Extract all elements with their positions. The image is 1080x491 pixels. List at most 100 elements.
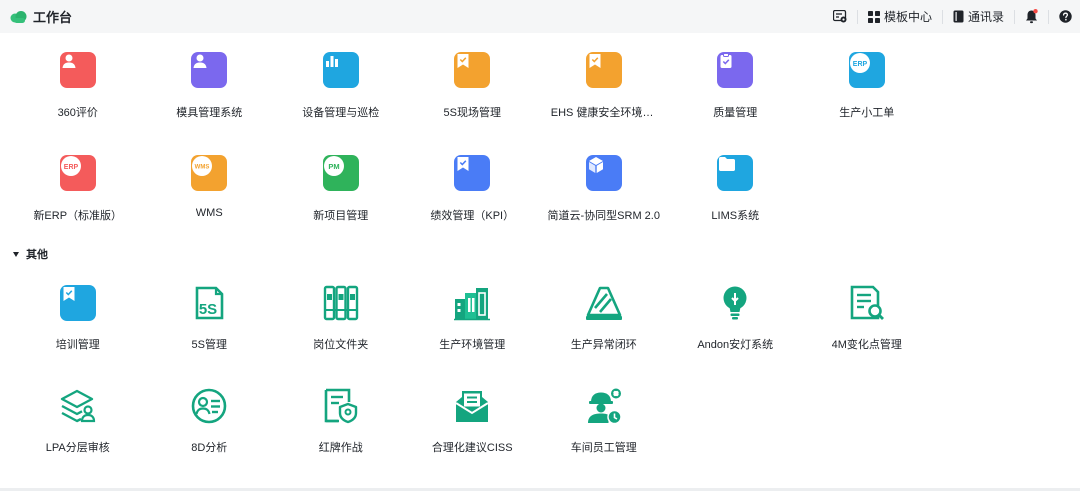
- app-tile-5s-management[interactable]: 5S 5S管理: [144, 265, 276, 368]
- app-tile-production-order[interactable]: ERP 生产小工单: [801, 33, 933, 136]
- pm-badge-icon: PM: [322, 155, 359, 191]
- other-app-grid: 培训管理 5S 5S管理 岗位文件夹 生产环境管理 生产异常闭环 Andon安灯…: [12, 265, 1062, 471]
- app-tile-new-erp[interactable]: ERP 新ERP（标准版）: [12, 136, 144, 239]
- app-tile-training[interactable]: 培训管理: [12, 265, 144, 368]
- user-list-icon: [191, 388, 227, 424]
- app-label: 模具管理系统: [176, 107, 243, 119]
- svg-text:5S: 5S: [199, 301, 217, 318]
- app-label: 5S现场管理: [443, 107, 501, 119]
- app-tile-equipment-inspection[interactable]: 设备管理与巡检: [275, 33, 407, 136]
- template-center-label: 模板中心: [883, 10, 932, 24]
- app-tile-position-folder[interactable]: 岗位文件夹: [275, 265, 407, 368]
- app-tile-4m-change[interactable]: 4M变化点管理: [801, 265, 933, 368]
- app-tile-ehs[interactable]: EHS 健康安全环境管理: [538, 33, 670, 136]
- form-settings-button[interactable]: [832, 10, 847, 23]
- svg-text:PM: PM: [328, 162, 339, 171]
- section-title: 其他: [26, 249, 48, 261]
- app-tile-kpi[interactable]: 绩效管理（KPI）: [407, 136, 539, 239]
- app-label: WMS: [195, 207, 223, 219]
- envelope-icon: [455, 391, 489, 422]
- app-tile-production-exception[interactable]: 生产异常闭环: [538, 265, 670, 368]
- section-toggle-other[interactable]: 其他: [13, 246, 48, 262]
- app-label: 生产小工单: [839, 107, 895, 119]
- app-label: Andon安灯系统: [697, 339, 774, 351]
- layers-person-icon: [60, 389, 95, 423]
- contacts-button[interactable]: 通讯录: [953, 8, 1004, 25]
- notifications-button[interactable]: [1025, 9, 1038, 24]
- app-tile-360-review[interactable]: 360评价: [12, 33, 144, 136]
- cloud-logo-icon: [10, 10, 27, 23]
- app-tile-mold-management[interactable]: 模具管理系统: [144, 33, 276, 136]
- svg-text:WMS: WMS: [195, 165, 210, 171]
- person-icon: [59, 52, 96, 88]
- page-title: 工作台: [33, 10, 73, 25]
- app-tile-project-management[interactable]: PM 新项目管理: [275, 136, 407, 239]
- app-tile-wms[interactable]: WMS WMS: [144, 136, 276, 239]
- app-label: 绩效管理（KPI）: [430, 210, 515, 222]
- app-label: 岗位文件夹: [313, 339, 369, 351]
- app-label: 8D分析: [191, 442, 228, 454]
- worker-clock-icon: [587, 388, 622, 424]
- app-label: 设备管理与巡检: [302, 107, 380, 119]
- warning-triangle-icon: [585, 286, 622, 320]
- app-label: 360评价: [57, 107, 98, 119]
- divider: [856, 9, 858, 24]
- document-search-icon: [850, 285, 884, 320]
- divider: [1048, 9, 1049, 24]
- template-center-button[interactable]: 模板中心: [867, 8, 932, 25]
- top-actions: 模板中心 通讯录: [832, 0, 1080, 33]
- erp-badge-icon: ERP: [848, 52, 885, 88]
- app-label: 合理化建议CISS: [431, 442, 513, 454]
- app-label: LPA分层审核: [45, 442, 110, 454]
- app-tile-quality[interactable]: 质量管理: [670, 33, 802, 136]
- app-tile-workshop-staff[interactable]: 车间员工管理: [538, 368, 670, 471]
- app-tile-5s-site[interactable]: 5S现场管理: [407, 33, 539, 136]
- app-grid: 360评价 模具管理系统 设备管理与巡检 5S现场管理 EHS 健康安全环境管理: [12, 33, 1062, 239]
- app-label: 红牌作战: [318, 442, 363, 454]
- app-label: 新项目管理: [313, 210, 369, 222]
- app-tile-lpa-audit[interactable]: LPA分层审核: [12, 368, 144, 471]
- bell-icon: [1026, 9, 1038, 24]
- binders-icon: [323, 285, 358, 321]
- app-label: 生产环境管理: [439, 339, 506, 351]
- help-button[interactable]: [1059, 10, 1072, 23]
- bookmark-check-icon: [59, 285, 96, 321]
- person-icon: [191, 52, 228, 88]
- top-bar: 工作台 模板中心 通讯录: [0, 0, 1080, 33]
- app-tile-production-environment[interactable]: 生产环境管理: [407, 265, 539, 368]
- bookmark-check-icon: [585, 52, 622, 88]
- app-tile-red-tag[interactable]: 红牌作战: [275, 368, 407, 471]
- caret-down-icon: [13, 251, 19, 257]
- folder-icon: [717, 155, 754, 191]
- bookmark-check-icon: [454, 155, 491, 191]
- app-label: EHS 健康安全环境管理: [550, 107, 657, 119]
- divider: [1014, 9, 1015, 24]
- app-tile-suggestion-ciss[interactable]: 合理化建议CISS: [407, 368, 539, 471]
- app-label: 4M变化点管理: [831, 339, 902, 351]
- wms-badge-icon: WMS: [191, 155, 228, 191]
- form-settings-icon: [832, 10, 847, 23]
- contacts-label: 通讯录: [967, 10, 1004, 24]
- app-label: LIMS系统: [711, 210, 760, 222]
- app-label: 5S管理: [191, 339, 227, 351]
- brand[interactable]: 工作台: [10, 7, 72, 26]
- help-icon: [1059, 10, 1072, 23]
- factory-icon: [454, 288, 491, 321]
- app-tile-srm[interactable]: 简道云-协同型SRM 2.0: [538, 136, 670, 239]
- app-label: 培训管理: [55, 339, 100, 351]
- app-label: 简道云-协同型SRM 2.0: [547, 210, 660, 222]
- app-tile-8d-analysis[interactable]: 8D分析: [144, 368, 276, 471]
- contacts-book-icon: [953, 10, 964, 23]
- document-shield-icon: [324, 388, 357, 424]
- workbench-content: 360评价 模具管理系统 设备管理与巡检 5S现场管理 EHS 健康安全环境管理: [0, 33, 1080, 488]
- app-label: 新ERP（标准版）: [33, 210, 123, 222]
- bookmark-check-icon: [454, 52, 491, 88]
- app-tile-andon[interactable]: Andon安灯系统: [670, 265, 802, 368]
- lightbulb-icon: [723, 286, 747, 320]
- app-tile-lims[interactable]: LIMS系统: [670, 136, 802, 239]
- cube-icon: [585, 155, 622, 191]
- bar-chart-icon: [322, 52, 359, 88]
- clipboard-check-icon: [717, 52, 754, 88]
- app-label: 车间员工管理: [570, 442, 637, 454]
- erp-badge-icon: ERP: [59, 155, 96, 191]
